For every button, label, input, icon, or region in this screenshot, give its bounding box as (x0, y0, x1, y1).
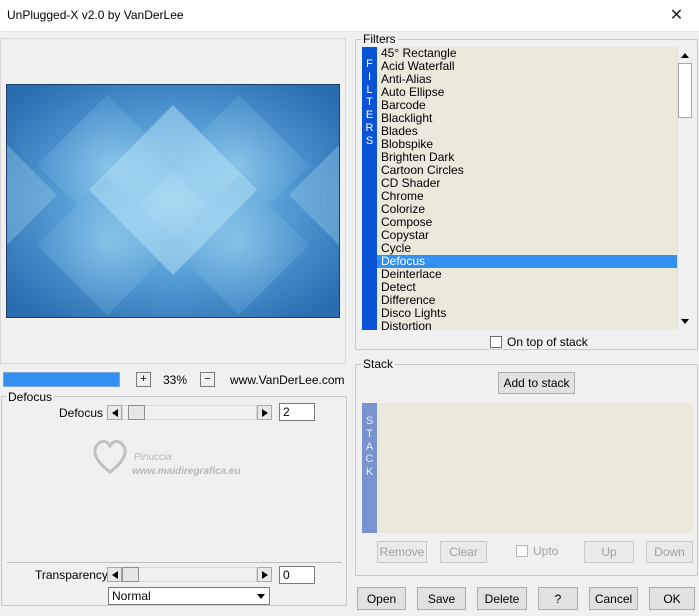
transparency-slider-left[interactable] (107, 567, 122, 582)
filters-scroll-thumb[interactable] (678, 63, 692, 118)
upto-label: Upto (533, 544, 559, 558)
parameters-group-title: Defocus (6, 390, 55, 404)
transparency-divider (7, 562, 342, 563)
preview-image[interactable] (6, 84, 340, 318)
transparency-slider-right[interactable] (257, 567, 272, 582)
filters-group-title: Filters (361, 32, 398, 46)
filter-item[interactable]: Blacklight (377, 112, 677, 125)
on-top-label: On top of stack (507, 335, 588, 349)
defocus-value-field[interactable]: 2 (279, 403, 315, 421)
defocus-param-label: Defocus (59, 406, 104, 420)
progress-bar (3, 372, 120, 387)
side-letter: I (367, 70, 372, 83)
watermark-line1: Pinuccia (134, 452, 172, 463)
watermark-line2: www.maidiregrafica.eu (132, 466, 241, 477)
watermark: Pinuccia www.maidiregrafica.eu (88, 432, 278, 492)
close-icon: ✕ (669, 7, 684, 24)
up-button[interactable]: Up (584, 541, 634, 563)
chevron-down-icon (253, 588, 269, 604)
side-letter: K (365, 466, 374, 479)
stack-group-title: Stack (361, 357, 396, 371)
down-button[interactable]: Down (646, 541, 693, 563)
left-arrow-icon (111, 570, 118, 579)
filters-side-label: F I L T E R S (362, 47, 377, 330)
on-top-checkbox[interactable] (490, 336, 502, 348)
delete-button[interactable]: Delete (477, 587, 527, 610)
right-arrow-icon (261, 408, 268, 417)
watermark-heart-icon (93, 439, 127, 474)
filters-list[interactable]: 45° Rectangle Acid Waterfall Anti-Alias … (377, 47, 677, 330)
side-letter: S (365, 415, 374, 427)
side-letter: E (365, 109, 374, 122)
side-letter: A (365, 440, 374, 453)
filter-item[interactable]: Distortion (377, 320, 677, 331)
transparency-label: Transparency (35, 568, 108, 582)
close-button[interactable]: ✕ (654, 0, 699, 30)
open-button[interactable]: Open (357, 587, 406, 610)
side-letter: L (366, 83, 373, 96)
website-label: www.VanDerLee.com (230, 373, 345, 387)
save-button[interactable]: Save (417, 587, 466, 610)
side-letter: C (365, 453, 374, 466)
clear-button[interactable]: Clear (440, 541, 487, 563)
window-title: UnPlugged-X v2.0 by VanDerLee (7, 8, 184, 22)
right-arrow-icon (261, 570, 268, 579)
side-letter: R (365, 121, 374, 134)
stack-list[interactable] (377, 403, 693, 533)
ok-button[interactable]: OK (649, 587, 695, 610)
help-button[interactable]: ? (538, 587, 578, 610)
transparency-slider-thumb[interactable] (122, 567, 139, 582)
transparency-slider-track[interactable] (122, 567, 257, 582)
add-to-stack-button[interactable]: Add to stack (498, 372, 575, 394)
side-letter: S (365, 134, 374, 147)
defocus-slider-thumb[interactable] (128, 405, 145, 420)
blend-mode-value: Normal (112, 589, 151, 603)
transparency-value-field[interactable]: 0 (279, 566, 315, 584)
cancel-button[interactable]: Cancel (589, 587, 638, 610)
left-arrow-icon (111, 408, 118, 417)
defocus-slider-right[interactable] (257, 405, 272, 420)
upto-checkbox[interactable] (516, 545, 528, 557)
filter-item[interactable]: Copystar (377, 229, 677, 242)
filter-item[interactable]: Deinterlace (377, 268, 677, 281)
side-letter: T (366, 96, 373, 109)
chevron-up-icon (681, 52, 689, 58)
defocus-slider-left[interactable] (107, 405, 122, 420)
chevron-down-icon (681, 318, 689, 324)
scroll-up-button[interactable] (678, 48, 692, 62)
scroll-down-button[interactable] (678, 314, 692, 328)
blend-mode-select[interactable]: Normal (108, 587, 270, 605)
progress-fill (4, 373, 119, 386)
zoom-value: 33% (163, 373, 188, 387)
side-letter: F (366, 58, 373, 70)
side-letter: T (366, 427, 373, 440)
zoom-in-button[interactable]: + (136, 372, 151, 387)
remove-button[interactable]: Remove (377, 541, 427, 563)
zoom-out-button[interactable]: − (200, 372, 215, 387)
stack-side-label: S T A C K (362, 403, 377, 533)
